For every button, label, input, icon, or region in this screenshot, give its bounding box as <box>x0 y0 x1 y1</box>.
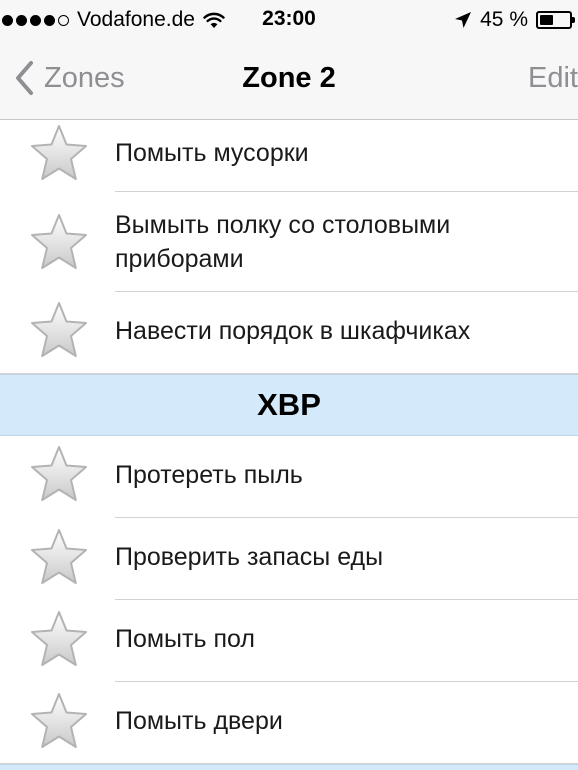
list-item[interactable]: Помыть мусорки <box>0 121 578 192</box>
star-outline-icon[interactable] <box>28 212 90 274</box>
star-outline-icon[interactable] <box>28 123 90 185</box>
status-right: 45 % <box>454 7 575 33</box>
edit-button[interactable]: Edit <box>528 62 578 95</box>
list-item[interactable]: Помыть двери <box>0 682 578 764</box>
section-header: ХВР <box>0 374 578 436</box>
page-title: Zone 2 <box>242 62 336 94</box>
list-item[interactable]: Протереть пыль <box>0 436 578 518</box>
list-item[interactable]: Вымыть полку со столовыми приборами <box>0 192 578 292</box>
task-label: Протереть пыль <box>115 461 303 489</box>
list-item[interactable]: Помыть пол <box>0 600 578 682</box>
task-label: Вымыть полку со столовыми приборами <box>115 211 451 273</box>
row-separator <box>0 373 578 374</box>
list-item[interactable]: Проверить запасы еды <box>0 518 578 600</box>
next-section-header <box>0 764 578 770</box>
battery-tip <box>572 17 575 23</box>
star-outline-icon[interactable] <box>28 444 90 506</box>
location-arrow-icon <box>455 12 472 28</box>
task-label: Помыть пол <box>115 625 255 653</box>
list-item[interactable]: Навести порядок в шкафчиках <box>0 292 578 374</box>
star-outline-icon[interactable] <box>28 609 90 671</box>
task-label: Навести порядок в шкафчиках <box>115 317 471 345</box>
navigation-bar: Zones Zone 2 Edit <box>0 40 578 120</box>
row-separator <box>0 763 578 764</box>
battery-fill <box>540 15 553 25</box>
battery-icon <box>536 11 575 29</box>
task-label: Помыть мусорки <box>115 139 309 167</box>
star-outline-icon[interactable] <box>28 527 90 589</box>
task-list: Помыть мусорки Вымыть полку со столовыми… <box>0 121 578 770</box>
task-label: Проверить запасы еды <box>115 543 384 571</box>
battery-percent: 45 % <box>480 8 528 31</box>
task-label: Помыть двери <box>115 707 283 735</box>
status-bar: Vodafone.de 23:00 45 % <box>0 0 578 40</box>
star-outline-icon[interactable] <box>28 691 90 753</box>
star-outline-icon[interactable] <box>28 300 90 362</box>
